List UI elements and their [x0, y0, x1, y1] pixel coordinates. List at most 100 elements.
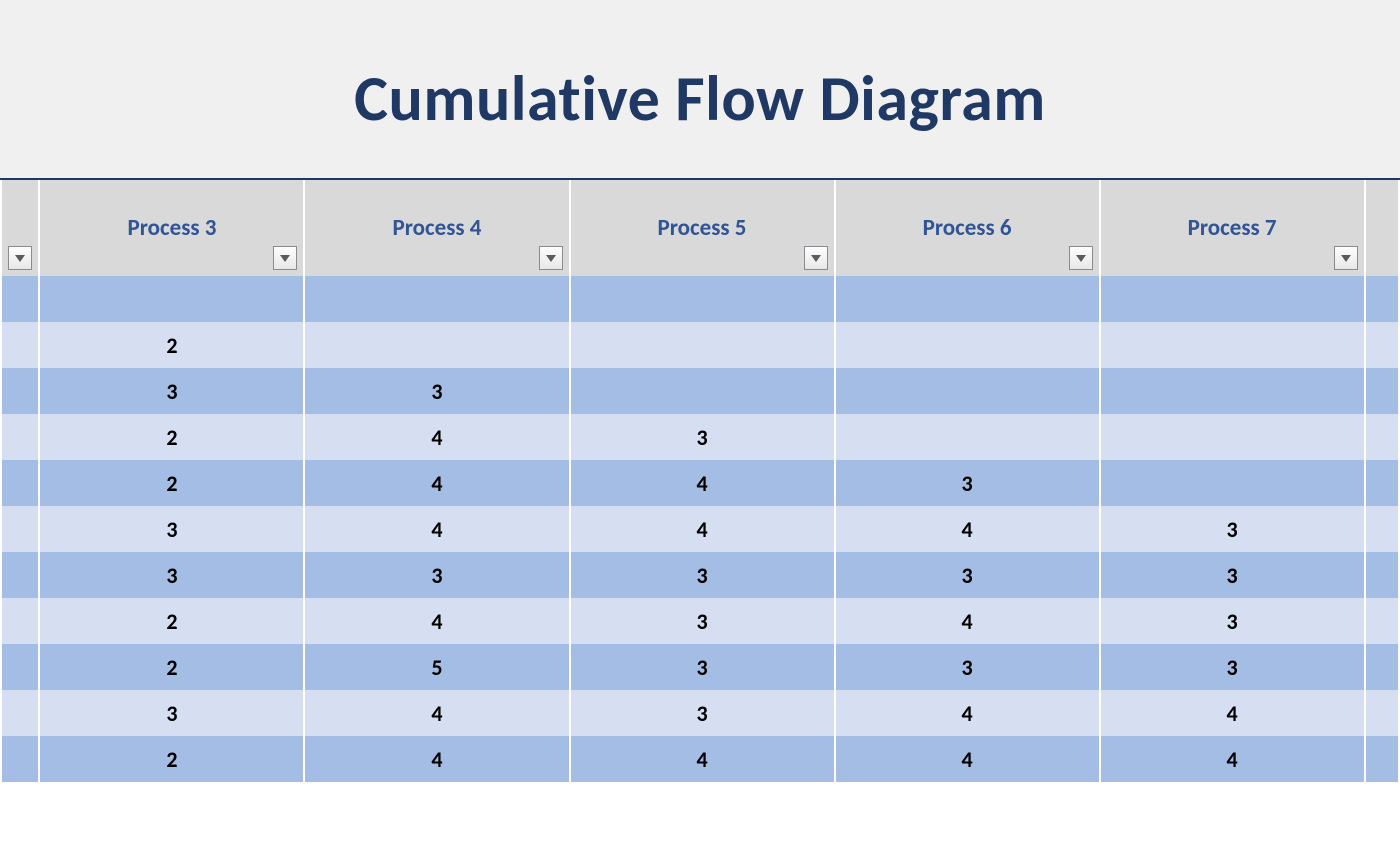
- column-label: Process 6: [923, 214, 1012, 242]
- cell[interactable]: [39, 276, 304, 322]
- cell-stub[interactable]: [1, 736, 39, 782]
- filter-button-process-6[interactable]: [1069, 246, 1093, 270]
- cell[interactable]: 3: [1100, 644, 1365, 690]
- cell[interactable]: 4: [1100, 690, 1365, 736]
- cell[interactable]: [835, 322, 1100, 368]
- dropdown-icon: [1076, 255, 1086, 262]
- cell[interactable]: [835, 276, 1100, 322]
- cell-tail[interactable]: [1365, 460, 1399, 506]
- cell-stub[interactable]: [1, 460, 39, 506]
- cell[interactable]: 3: [39, 552, 304, 598]
- cell[interactable]: [835, 414, 1100, 460]
- cell[interactable]: 4: [570, 506, 835, 552]
- cell[interactable]: 3: [570, 552, 835, 598]
- cell-tail[interactable]: [1365, 552, 1399, 598]
- cell[interactable]: 5: [304, 644, 569, 690]
- cell-tail[interactable]: [1365, 598, 1399, 644]
- cell[interactable]: 2: [39, 414, 304, 460]
- cell[interactable]: 4: [835, 506, 1100, 552]
- cell[interactable]: 2: [39, 598, 304, 644]
- cell[interactable]: 3: [1100, 552, 1365, 598]
- cell[interactable]: [304, 322, 569, 368]
- column-header-process-3[interactable]: Process 3: [39, 180, 304, 276]
- cell-stub[interactable]: [1, 414, 39, 460]
- cell[interactable]: [1100, 414, 1365, 460]
- cell[interactable]: 2: [39, 736, 304, 782]
- column-header-process-7[interactable]: Process 7: [1100, 180, 1365, 276]
- filter-button-stub[interactable]: [8, 246, 32, 270]
- title-area: Cumulative Flow Diagram: [0, 0, 1400, 178]
- filter-button-process-3[interactable]: [273, 246, 297, 270]
- cell[interactable]: 4: [304, 736, 569, 782]
- cell-tail[interactable]: [1365, 690, 1399, 736]
- cell[interactable]: 3: [835, 644, 1100, 690]
- filter-button-process-7[interactable]: [1334, 246, 1358, 270]
- cell-stub[interactable]: [1, 690, 39, 736]
- cell[interactable]: 3: [39, 506, 304, 552]
- column-header-process-6[interactable]: Process 6: [835, 180, 1100, 276]
- table-row: 2 4 4 3: [1, 460, 1399, 506]
- page-title: Cumulative Flow Diagram: [0, 60, 1400, 138]
- cell[interactable]: 4: [304, 690, 569, 736]
- cell[interactable]: 4: [304, 506, 569, 552]
- cell[interactable]: 4: [570, 460, 835, 506]
- cell[interactable]: 3: [1100, 506, 1365, 552]
- cell[interactable]: [570, 322, 835, 368]
- cell-stub[interactable]: [1, 276, 39, 322]
- cell[interactable]: 4: [304, 460, 569, 506]
- cell[interactable]: [1100, 368, 1365, 414]
- column-header-process-5[interactable]: Process 5: [570, 180, 835, 276]
- cell[interactable]: [1100, 322, 1365, 368]
- cell[interactable]: 3: [39, 690, 304, 736]
- cell[interactable]: 4: [835, 736, 1100, 782]
- cell-stub[interactable]: [1, 598, 39, 644]
- cell[interactable]: 3: [570, 414, 835, 460]
- cell-stub[interactable]: [1, 552, 39, 598]
- dropdown-icon: [1341, 255, 1351, 262]
- header-stub: [1, 180, 39, 276]
- cell[interactable]: [304, 276, 569, 322]
- dropdown-icon: [546, 255, 556, 262]
- cell[interactable]: [835, 368, 1100, 414]
- cell[interactable]: 3: [835, 460, 1100, 506]
- cell[interactable]: 3: [570, 690, 835, 736]
- cell[interactable]: 2: [39, 322, 304, 368]
- cell[interactable]: [1100, 460, 1365, 506]
- cell-tail[interactable]: [1365, 414, 1399, 460]
- cell[interactable]: 3: [304, 368, 569, 414]
- cell[interactable]: 3: [570, 644, 835, 690]
- cell[interactable]: 3: [835, 552, 1100, 598]
- cell[interactable]: 3: [39, 368, 304, 414]
- cell-tail[interactable]: [1365, 322, 1399, 368]
- cell-stub[interactable]: [1, 368, 39, 414]
- filter-button-process-4[interactable]: [539, 246, 563, 270]
- cell-stub[interactable]: [1, 322, 39, 368]
- column-header-process-4[interactable]: Process 4: [304, 180, 569, 276]
- dropdown-icon: [280, 255, 290, 262]
- cell[interactable]: 2: [39, 644, 304, 690]
- cell[interactable]: 3: [304, 552, 569, 598]
- table-row: 2 4 4 4 4: [1, 736, 1399, 782]
- cell[interactable]: 4: [1100, 736, 1365, 782]
- cell[interactable]: [1100, 276, 1365, 322]
- cell[interactable]: 4: [304, 598, 569, 644]
- cell-tail[interactable]: [1365, 506, 1399, 552]
- cell[interactable]: [570, 368, 835, 414]
- cell[interactable]: 2: [39, 460, 304, 506]
- cell[interactable]: 4: [304, 414, 569, 460]
- cell-tail[interactable]: [1365, 276, 1399, 322]
- cell-stub[interactable]: [1, 506, 39, 552]
- cell-tail[interactable]: [1365, 368, 1399, 414]
- cell-tail[interactable]: [1365, 736, 1399, 782]
- cell[interactable]: 3: [1100, 598, 1365, 644]
- cell-tail[interactable]: [1365, 644, 1399, 690]
- cell[interactable]: 4: [570, 736, 835, 782]
- cell[interactable]: [570, 276, 835, 322]
- cell[interactable]: 3: [570, 598, 835, 644]
- header-tail: [1365, 180, 1399, 276]
- cell-stub[interactable]: [1, 644, 39, 690]
- table-row: 2 4 3: [1, 414, 1399, 460]
- cell[interactable]: 4: [835, 598, 1100, 644]
- filter-button-process-5[interactable]: [804, 246, 828, 270]
- cell[interactable]: 4: [835, 690, 1100, 736]
